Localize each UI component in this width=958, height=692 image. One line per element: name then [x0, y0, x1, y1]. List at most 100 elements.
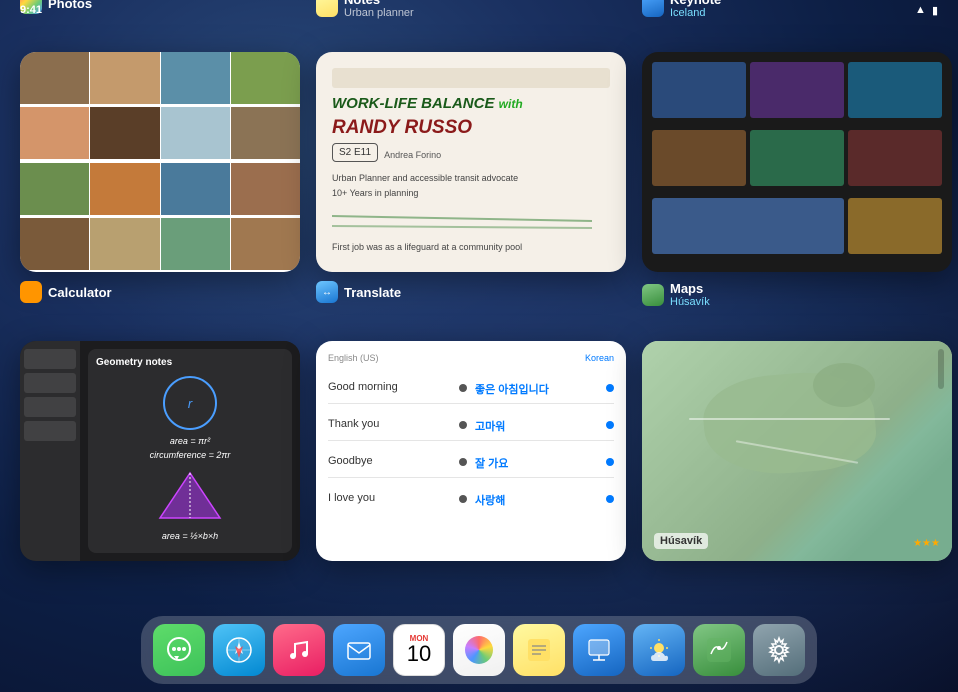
maps-content: Húsavík ★★★ [642, 341, 952, 561]
photo-9 [20, 163, 89, 217]
maps-app-subtitle: Húsavík [670, 296, 710, 308]
notes-main-heading: WORK-LIFE BALANCE with [332, 96, 610, 113]
maps-app-title: Maps [670, 281, 710, 296]
map-stars: ★★★ [913, 538, 940, 549]
time-display: 9:41 [20, 4, 42, 16]
safari-icon [223, 634, 255, 666]
sidebar-item-3 [24, 397, 76, 417]
notes-years: 10+ Years in planning [332, 187, 610, 200]
circle-diagram: r [163, 376, 217, 430]
keynote-slides [642, 52, 952, 272]
sidebar-item-1 [24, 349, 76, 369]
sidebar-item-2 [24, 373, 76, 393]
calculator-main: Geometry notes r area = πr² circumferenc… [80, 341, 300, 561]
photo-15 [161, 218, 230, 272]
photo-12 [231, 163, 300, 217]
dock-notes-icon[interactable] [513, 624, 565, 676]
sidebar-item-4 [24, 421, 76, 441]
calendar-date-number: 10 [407, 643, 431, 665]
maps-app-header: Maps Húsavík [642, 281, 710, 308]
dock-music-icon[interactable] [273, 624, 325, 676]
translate-content: English (US) Korean Good morning 좋은 아침입니… [316, 341, 626, 561]
calculator-notebook: Geometry notes r area = πr² circumferenc… [88, 349, 292, 553]
translate-card[interactable]: English (US) Korean Good morning 좋은 아침입니… [316, 341, 626, 561]
notes-icon [523, 634, 555, 666]
keynote-icon [583, 634, 615, 666]
photo-7 [161, 107, 230, 161]
wifi-icon: ▲ [915, 4, 926, 16]
slide-1 [652, 62, 746, 118]
photo-10 [90, 163, 159, 217]
dock-keynote-icon[interactable] [573, 624, 625, 676]
translate-row-4: I love you 사랑해 [328, 486, 614, 514]
photo-14 [90, 218, 159, 272]
music-icon [283, 634, 315, 666]
dock-photos-icon[interactable] [453, 624, 505, 676]
translate-dot-3 [459, 458, 467, 466]
dock-messages-icon[interactable] [153, 624, 205, 676]
translate-target-1: 좋은 아침입니다 [475, 381, 598, 397]
slide-3 [848, 62, 942, 118]
notes-first-job: First job was as a lifeguard at a commun… [332, 241, 610, 254]
translate-source-1: Good morning [328, 381, 451, 393]
status-bar: 9:41 ▲ ▮ [0, 0, 958, 20]
dock-calendar-icon[interactable]: MON 10 [393, 624, 445, 676]
battery-icon: ▮ [932, 4, 938, 17]
settings-icon [763, 634, 795, 666]
photo-3 [161, 52, 230, 106]
translate-blue-dot-4 [606, 495, 614, 503]
translate-row-2: Thank you 고마워 [328, 412, 614, 441]
translate-target-2: 고마워 [475, 418, 598, 434]
photo-4 [231, 52, 300, 106]
dock-mail-icon[interactable] [333, 624, 385, 676]
notes-card-wrapper: Notes Urban planner WORK-LIFE BALANCE wi… [316, 20, 626, 293]
translate-target-4: 사랑해 [475, 492, 598, 508]
notes-episode-box: S2 E11 [332, 143, 378, 162]
translate-app-title: Translate [344, 285, 401, 300]
dock-maps-icon[interactable] [693, 624, 745, 676]
notes-card[interactable]: WORK-LIFE BALANCE with RANDY RUSSO S2 E1… [316, 52, 626, 272]
keynote-card[interactable] [642, 52, 952, 272]
map-road-1 [689, 418, 891, 420]
translate-app-header: ↔ Translate [316, 281, 401, 303]
notes-body: Urban Planner and accessible transit adv… [332, 172, 610, 185]
translate-dot-1 [459, 384, 467, 392]
maps-app-icon [642, 284, 664, 306]
notes-person-name: RANDY RUSSO [332, 117, 610, 139]
map-background [642, 341, 952, 561]
dock-safari-icon[interactable] [213, 624, 265, 676]
translate-dot-4 [459, 495, 467, 503]
calculator-card[interactable]: Geometry notes r area = πr² circumferenc… [20, 341, 300, 561]
status-icons: ▲ ▮ [915, 4, 938, 17]
translate-row-1: Good morning 좋은 아침입니다 [328, 375, 614, 404]
translate-blue-dot-3 [606, 458, 614, 466]
triangle-diagram: h w [150, 468, 230, 523]
translate-header: English (US) Korean [328, 353, 614, 363]
app-switcher: Photos [0, 0, 958, 692]
photo-13 [20, 218, 89, 272]
translate-app-icon: ↔ [316, 281, 338, 303]
photos-card-wrapper: Photos [20, 20, 300, 293]
slide-8 [848, 198, 942, 254]
notes-author: Andrea Forino [384, 150, 441, 160]
notes-episode-row: S2 E11 Andrea Forino [332, 143, 610, 168]
notes-sketch-svg [332, 206, 592, 236]
calculator-sidebar [20, 341, 80, 561]
dock-settings-icon[interactable] [753, 624, 805, 676]
dock-weather-icon[interactable] [633, 624, 685, 676]
translate-target-lang: Korean [585, 353, 614, 363]
translate-target-3: 잘 가요 [475, 455, 598, 471]
translate-source-4: I love you [328, 492, 451, 504]
maps-card-wrapper: Maps Húsavík Húsavík ★★★ [642, 309, 952, 582]
weather-icon [643, 634, 675, 666]
calculator-app-icon [20, 281, 42, 303]
translate-source-lang: English (US) [328, 353, 379, 363]
maps-card[interactable]: Húsavík ★★★ [642, 341, 952, 561]
photos-card[interactable] [20, 52, 300, 272]
formula-circumference: circumference = 2πr [96, 450, 284, 460]
map-scrollbar [938, 349, 944, 389]
keynote-card-wrapper: Keynote Iceland [642, 20, 952, 293]
translate-blue-dot-2 [606, 421, 614, 429]
calculator-content: Geometry notes r area = πr² circumferenc… [20, 341, 300, 561]
photo-2 [90, 52, 159, 106]
